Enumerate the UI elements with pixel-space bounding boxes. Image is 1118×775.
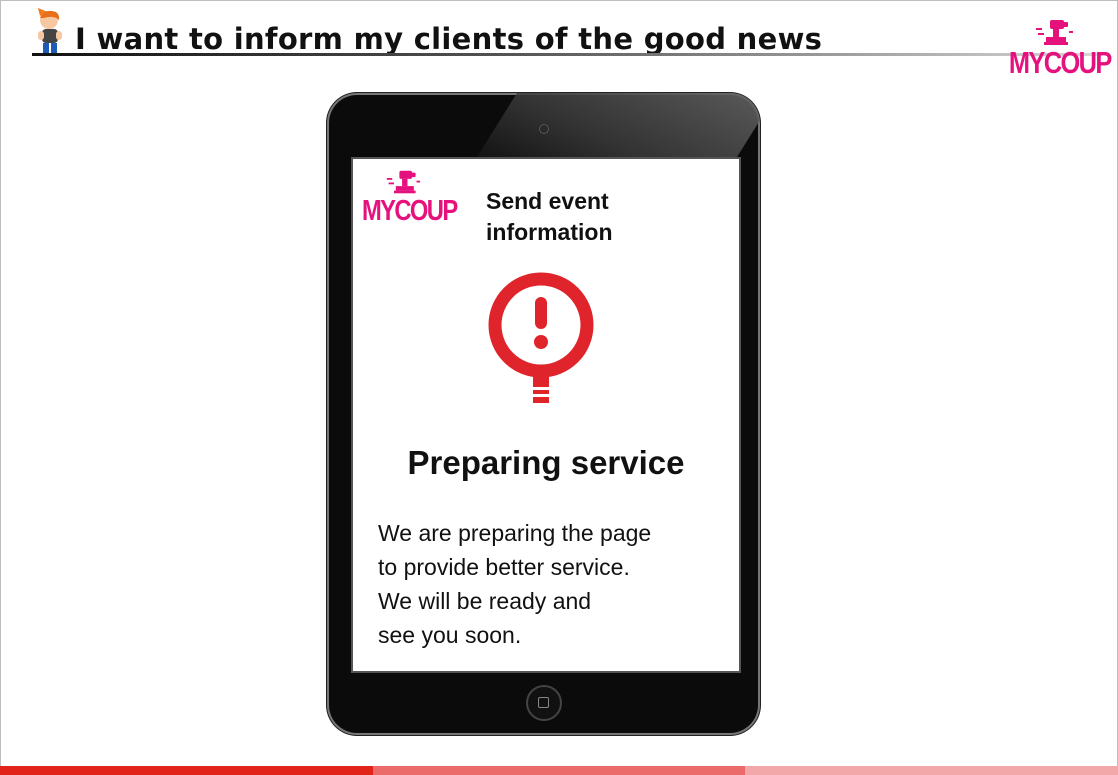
brand-logo: MYCOUP	[999, 18, 1112, 80]
bar-segment-1	[0, 766, 373, 775]
tablet-device: MYCOUP Send event information Preparing …	[327, 93, 760, 735]
fist-stamp-icon	[1036, 20, 1073, 45]
camera-icon	[539, 124, 549, 134]
bar-segment-2	[372, 766, 746, 775]
title-underline	[32, 53, 1102, 56]
message-line: We will be ready and	[378, 588, 592, 614]
status-message: We are preparing the page to provide bet…	[378, 516, 718, 652]
message-line: see you soon.	[378, 622, 522, 648]
tablet-screen: MYCOUP Send event information Preparing …	[351, 157, 741, 673]
message-line: to provide better service.	[378, 554, 630, 580]
mascot-icon	[38, 8, 62, 53]
message-line: We are preparing the page	[378, 520, 652, 546]
screen-heading-line2: information	[486, 219, 613, 245]
bar-segment-3	[745, 766, 1118, 775]
home-square-icon	[538, 697, 549, 708]
home-button[interactable]	[526, 685, 562, 721]
brand-logo-text: MYCOUP	[1008, 45, 1112, 80]
fist-stamp-icon	[386, 170, 421, 194]
status-title: Preparing service	[407, 444, 685, 481]
screen-heading-line1: Send event	[486, 188, 609, 214]
bottom-color-bar	[0, 766, 1118, 775]
exclamation-warning-icon	[488, 272, 594, 403]
screen-brand-logo-text: MYCOUP	[362, 195, 458, 227]
screen-heading: Send event information	[486, 186, 706, 248]
tablet-gloss	[473, 93, 760, 163]
screen-brand-logo: MYCOUP	[353, 169, 458, 227]
slide-title: I want to inform my clients of the good …	[75, 22, 823, 56]
